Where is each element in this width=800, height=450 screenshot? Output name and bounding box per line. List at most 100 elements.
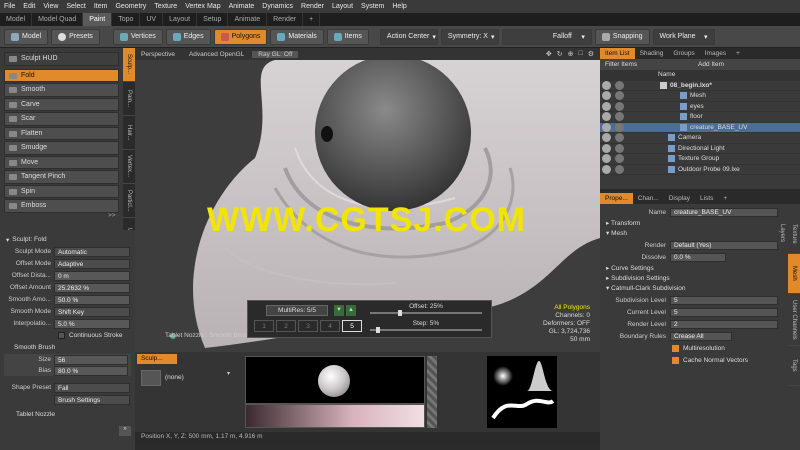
lock-icon[interactable]	[615, 101, 624, 111]
presets-button[interactable]: Presets	[51, 28, 100, 45]
sculpt-tool-scar[interactable]: Scar	[4, 112, 119, 126]
lock-icon[interactable]	[615, 112, 624, 122]
menu-item-system[interactable]: System	[357, 0, 388, 13]
level-up-button[interactable]: ▲	[346, 305, 356, 316]
properties-tab-2[interactable]: Display	[664, 193, 695, 204]
side-tab-2[interactable]: User Channels	[788, 294, 800, 346]
eye-icon[interactable]	[602, 80, 611, 90]
menu-item-vertex-map[interactable]: Vertex Map	[181, 0, 224, 13]
prop-value-field[interactable]: Shift Key	[54, 306, 130, 317]
viewport-tab-1[interactable]: Advanced OpenGL	[183, 51, 250, 58]
tab-render[interactable]: Render	[267, 13, 304, 26]
sculpt-hud-button[interactable]: Sculpt HUD	[4, 52, 119, 66]
items-tab-1[interactable]: Shading	[635, 48, 669, 59]
items-tab-0[interactable]: Item List	[600, 48, 635, 59]
continuous-stroke-toggle[interactable]: Continuous Stroke	[0, 330, 135, 341]
checkbox[interactable]	[672, 357, 679, 364]
checkbox[interactable]	[672, 345, 679, 352]
list-item[interactable]: eyes	[600, 101, 800, 112]
multires-level-button[interactable]: 4	[320, 320, 340, 332]
tab--[interactable]: +	[303, 13, 321, 26]
checkbox[interactable]	[58, 332, 65, 339]
eye-icon[interactable]	[602, 164, 611, 174]
sculpt-tool-flatten[interactable]: Flatten	[4, 126, 119, 140]
rotate-view-icon[interactable]: ↻	[557, 50, 563, 58]
brush-size-field[interactable]: 56	[54, 354, 128, 365]
falloff-dropdown[interactable]: Falloff ▾	[501, 28, 592, 45]
sculpt-tool-move[interactable]: Move	[4, 155, 119, 169]
properties-tab-3[interactable]: Lists	[695, 193, 718, 204]
lock-icon[interactable]	[615, 133, 624, 143]
menu-item-edit[interactable]: Edit	[19, 0, 39, 13]
list-item[interactable]: Camera	[600, 133, 800, 144]
multiresolution-toggle[interactable]: Multiresolution	[600, 343, 800, 354]
menu-item-render[interactable]: Render	[297, 0, 328, 13]
prop-value-field[interactable]: Automatic	[54, 246, 130, 257]
tab-animate[interactable]: Animate	[228, 13, 268, 26]
tab-topo[interactable]: Topo	[112, 13, 141, 26]
side-tab-1[interactable]: Mesh	[788, 254, 800, 294]
brush-thumbnail[interactable]	[141, 370, 161, 386]
edges-button[interactable]: Edges	[165, 28, 211, 45]
tab-paint[interactable]: Paint	[83, 13, 113, 26]
dissolve-field[interactable]: 0.0 %	[670, 253, 726, 262]
slider-handle[interactable]	[398, 310, 402, 316]
properties-tab-0[interactable]: Prope...	[600, 193, 633, 204]
prop-value-field[interactable]: 0 m	[54, 270, 130, 281]
properties-tab-4[interactable]: +	[718, 193, 732, 204]
items-button[interactable]: Items	[326, 28, 369, 45]
vtab-3[interactable]: Vertex...	[123, 150, 135, 184]
vtab-4[interactable]: Particl...	[123, 184, 135, 218]
tab-uv[interactable]: UV	[140, 13, 164, 26]
eye-icon[interactable]	[602, 112, 611, 122]
sculpt-tool-emboss[interactable]: Emboss	[4, 199, 119, 213]
mesh-section[interactable]: ▾ Mesh	[600, 229, 800, 239]
list-item[interactable]: Texture Group	[600, 154, 800, 165]
filter-items-dropdown[interactable]: Filter Items	[600, 61, 688, 68]
maximize-icon[interactable]: □	[578, 50, 582, 58]
curve-settings-section[interactable]: ▸ Curve Settings	[600, 264, 800, 274]
add-item-dropdown[interactable]: Add Item	[688, 61, 724, 68]
menu-item-dynamics[interactable]: Dynamics	[258, 0, 297, 13]
chevron-down-icon[interactable]: ▾	[227, 370, 239, 378]
list-item[interactable]: Directional Light	[600, 143, 800, 154]
sculpt-tool-carve[interactable]: Carve	[4, 97, 119, 111]
tab-setup[interactable]: Setup	[197, 13, 229, 26]
eye-icon[interactable]	[602, 122, 611, 132]
gear-icon[interactable]: ⚙	[588, 50, 594, 58]
menu-item-animate[interactable]: Animate	[225, 0, 259, 13]
lock-icon[interactable]	[615, 154, 624, 164]
eye-icon[interactable]	[602, 91, 611, 101]
action-center-dropdown[interactable]: Action Center ▾	[379, 28, 438, 45]
item-name-field[interactable]: creature_BASE_UV	[670, 208, 778, 217]
prop-value-field[interactable]: Adaptive	[54, 258, 130, 269]
vtab-0[interactable]: Sculp...	[123, 48, 135, 82]
tab-layout[interactable]: Layout	[163, 13, 198, 26]
expand-button[interactable]: »	[119, 426, 131, 436]
level-down-button[interactable]: ▼	[334, 305, 344, 316]
model-button[interactable]: Model	[4, 28, 49, 45]
boundary-rules-dropdown[interactable]: Crease All	[670, 332, 732, 341]
sculpt-tool-smudge[interactable]: Smudge	[4, 141, 119, 155]
vtab-2[interactable]: Hair...	[123, 116, 135, 150]
list-item[interactable]: Outdoor Probe 09.lxe	[600, 164, 800, 175]
current-level-field[interactable]: 5	[670, 308, 778, 317]
sculpt-tool-tangent-pinch[interactable]: Tangent Pinch	[4, 170, 119, 184]
materials-button[interactable]: Materials	[270, 28, 324, 45]
cache-normals-toggle[interactable]: Cache Normal Vectors	[600, 355, 800, 366]
vtab-1[interactable]: Pain...	[123, 82, 135, 116]
items-tab-2[interactable]: Groups	[668, 48, 699, 59]
tab-model-quad[interactable]: Model Quad	[32, 13, 84, 26]
list-item[interactable]: floor	[600, 112, 800, 123]
lock-icon[interactable]	[615, 122, 624, 132]
menu-item-item[interactable]: Item	[90, 0, 112, 13]
zoom-view-icon[interactable]: ⊕	[568, 50, 574, 58]
eye-icon[interactable]	[602, 101, 611, 111]
list-item[interactable]: creature_BASE_UV	[600, 122, 800, 133]
multires-level-button[interactable]: 2	[276, 320, 296, 332]
sculpt-tool-fold[interactable]: Fold	[4, 68, 119, 82]
menu-item-file[interactable]: File	[0, 0, 19, 13]
list-item[interactable]: Mesh	[600, 91, 800, 102]
snapping-button[interactable]: Snapping	[594, 28, 650, 45]
menu-item-view[interactable]: View	[39, 0, 62, 13]
